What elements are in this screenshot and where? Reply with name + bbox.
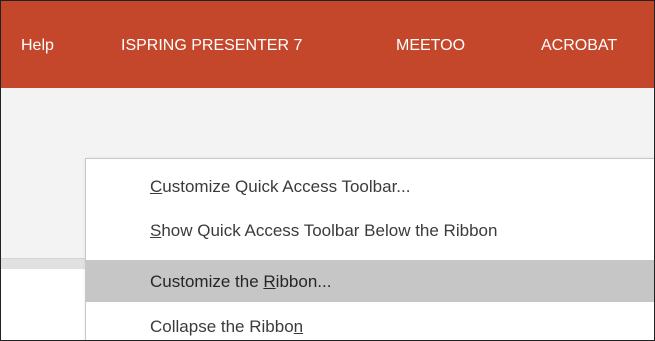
access-key: C xyxy=(150,177,163,196)
menu-item-collapse-the-ribbon[interactable]: Collapse the Ribbon xyxy=(86,305,654,340)
menu-item-label: Show Quick Access Toolbar Below the Ribb… xyxy=(150,221,498,240)
tab-acrobat[interactable]: ACROBAT xyxy=(541,37,617,55)
tab-meetoo[interactable]: MEETOO xyxy=(396,37,465,55)
ribbon-context-menu: Customize Quick Access Toolbar... Show Q… xyxy=(85,158,654,340)
menu-item-show-quick-access-toolbar-below[interactable]: Show Quick Access Toolbar Below the Ribb… xyxy=(86,209,654,251)
menu-item-customize-quick-access-toolbar[interactable]: Customize Quick Access Toolbar... xyxy=(86,165,654,207)
tab-ispring-presenter[interactable]: ISPRING PRESENTER 7 xyxy=(121,37,302,55)
ribbon-tab-bar: Help ISPRING PRESENTER 7 MEETOO ACROBAT xyxy=(1,1,654,88)
menu-item-label: Collapse the Ribbon xyxy=(150,317,304,336)
tab-help[interactable]: Help xyxy=(21,37,54,55)
access-key: R xyxy=(263,272,276,291)
access-key: S xyxy=(150,221,162,240)
powerpoint-window: Help ISPRING PRESENTER 7 MEETOO ACROBAT … xyxy=(0,0,655,341)
menu-item-label: Customize the Ribbon... xyxy=(150,272,332,291)
menu-item-customize-the-ribbon[interactable]: Customize the Ribbon... xyxy=(86,260,654,302)
menu-item-label: Customize Quick Access Toolbar... xyxy=(150,177,411,196)
access-key: n xyxy=(293,317,304,336)
